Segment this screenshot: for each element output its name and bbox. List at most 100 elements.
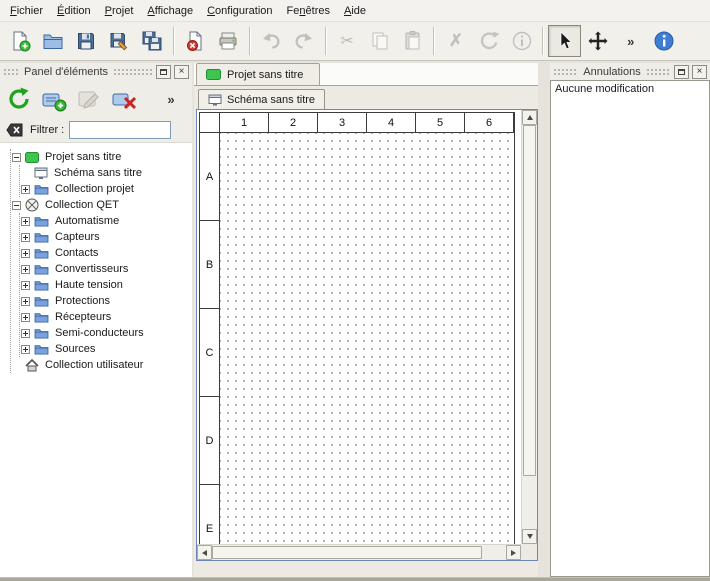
close-file-button[interactable] bbox=[179, 25, 212, 57]
collapse-icon[interactable] bbox=[12, 153, 21, 162]
tab-projet-sans-titre[interactable]: Projet sans titre bbox=[196, 63, 320, 85]
tree-item-label: Sources bbox=[53, 343, 97, 355]
tree-item-contacts[interactable]: Contacts bbox=[20, 245, 192, 261]
tree-item-protections[interactable]: Protections bbox=[20, 293, 192, 309]
select-tool-button[interactable] bbox=[548, 25, 581, 57]
expand-icon[interactable] bbox=[21, 329, 30, 338]
chevron-double-right-icon: » bbox=[627, 34, 634, 49]
delete-element-button[interactable] bbox=[109, 84, 139, 114]
scroll-up-button[interactable] bbox=[522, 110, 537, 125]
undo-list-item[interactable]: Aucune modification bbox=[551, 81, 709, 97]
save-as-button[interactable] bbox=[103, 25, 136, 57]
tree-item-label: Protections bbox=[53, 295, 112, 307]
open-project-button[interactable] bbox=[37, 25, 70, 57]
tree-item-sources[interactable]: Sources bbox=[20, 341, 192, 357]
collapse-icon[interactable] bbox=[12, 201, 21, 210]
menu-item-projet[interactable]: Projet bbox=[98, 0, 141, 21]
menu-item-affichage[interactable]: Affichage bbox=[140, 0, 200, 21]
horizontal-scrollbar[interactable] bbox=[197, 544, 521, 560]
dock-close-button[interactable]: × bbox=[174, 65, 189, 79]
undo-dock-titlebar[interactable]: Annulations × bbox=[550, 63, 710, 80]
print-button[interactable] bbox=[212, 25, 245, 57]
dock-float-button[interactable] bbox=[156, 65, 171, 79]
menu-item-aide[interactable]: Aide bbox=[337, 0, 373, 21]
dock-grip bbox=[553, 68, 578, 76]
delete-button[interactable]: ✗ bbox=[439, 25, 472, 57]
expand-icon[interactable] bbox=[21, 249, 30, 258]
vertical-scrollbar[interactable] bbox=[521, 110, 537, 544]
dock-close-button[interactable]: × bbox=[692, 65, 707, 79]
scroll-down-button[interactable] bbox=[522, 529, 537, 544]
elements-panel-titlebar[interactable]: Panel d'éléments × bbox=[0, 63, 192, 80]
tree-item-capteurs[interactable]: Capteurs bbox=[20, 229, 192, 245]
tree-item-collection-utilisateur[interactable]: Collection utilisateur bbox=[11, 357, 192, 373]
folder-icon bbox=[34, 247, 49, 259]
panel-overflow-button[interactable]: » bbox=[156, 84, 186, 114]
expand-icon[interactable] bbox=[21, 345, 30, 354]
rotate-button[interactable] bbox=[472, 25, 505, 57]
move-tool-button[interactable] bbox=[581, 25, 614, 57]
redo-button[interactable] bbox=[288, 25, 321, 57]
tree-item-semi-conducteurs[interactable]: Semi-conducteurs bbox=[20, 325, 192, 341]
tree-item-automatisme[interactable]: Automatisme bbox=[20, 213, 192, 229]
scroll-right-button[interactable] bbox=[506, 545, 521, 560]
horizontal-scroll-track[interactable] bbox=[212, 545, 506, 560]
move-icon bbox=[587, 30, 609, 52]
folder-icon bbox=[34, 327, 49, 339]
menu-item-fichier[interactable]: Fichier bbox=[3, 0, 50, 21]
toolbar-separator bbox=[542, 27, 544, 55]
expand-icon[interactable] bbox=[21, 185, 30, 194]
properties-button[interactable] bbox=[505, 25, 538, 57]
menu-item-fenetres[interactable]: Fenêtres bbox=[280, 0, 337, 21]
dock-float-button[interactable] bbox=[674, 65, 689, 79]
about-button[interactable] bbox=[647, 25, 680, 57]
tree-item-collection-qet[interactable]: Collection QET bbox=[11, 197, 192, 213]
vertical-scroll-thumb[interactable] bbox=[523, 125, 536, 476]
expand-icon[interactable] bbox=[21, 313, 30, 322]
paste-icon bbox=[402, 30, 424, 52]
undo-button[interactable] bbox=[255, 25, 288, 57]
toolbar-overflow-button[interactable]: » bbox=[614, 25, 647, 57]
redo-icon bbox=[293, 30, 315, 52]
expand-icon[interactable] bbox=[21, 297, 30, 306]
vertical-scroll-track[interactable] bbox=[522, 125, 537, 529]
copy-button[interactable] bbox=[364, 25, 397, 57]
column-header-2: 2 bbox=[269, 113, 318, 133]
tab-schema-sans-titre[interactable]: Schéma sans titre bbox=[198, 89, 325, 109]
clear-filter-button[interactable] bbox=[5, 120, 25, 140]
horizontal-scroll-thumb[interactable] bbox=[212, 546, 482, 559]
new-document-icon bbox=[9, 30, 31, 52]
schema-canvas[interactable] bbox=[220, 133, 514, 544]
expand-icon[interactable] bbox=[21, 281, 30, 290]
save-button[interactable] bbox=[70, 25, 103, 57]
filter-input[interactable] bbox=[69, 121, 171, 139]
tree-item-recepteurs[interactable]: Récepteurs bbox=[20, 309, 192, 325]
reload-collections-button[interactable] bbox=[4, 84, 34, 114]
info-icon bbox=[511, 30, 533, 52]
paste-button[interactable] bbox=[396, 25, 429, 57]
row-header-d: D bbox=[200, 397, 220, 485]
folder-icon bbox=[34, 263, 49, 275]
expand-icon[interactable] bbox=[21, 233, 30, 242]
tree-item-collection-projet[interactable]: Collection projet bbox=[20, 181, 192, 197]
save-all-button[interactable] bbox=[136, 25, 169, 57]
expand-icon[interactable] bbox=[21, 265, 30, 274]
tree-item-schema-sans-titre[interactable]: Schéma sans titre bbox=[20, 165, 192, 181]
main-toolbar: ✂ ✗ » bbox=[0, 22, 710, 61]
schema-viewport[interactable]: 1 2 3 4 5 6 A B C D E bbox=[197, 110, 521, 544]
tree-item-haute-tension[interactable]: Haute tension bbox=[20, 277, 192, 293]
scroll-left-button[interactable] bbox=[197, 545, 212, 560]
application-window: Fichier Édition Projet Affichage Configu… bbox=[0, 0, 710, 581]
edit-element-button[interactable] bbox=[74, 84, 104, 114]
menu-item-edition[interactable]: Édition bbox=[50, 0, 98, 21]
tree-item-convertisseurs[interactable]: Convertisseurs bbox=[20, 261, 192, 277]
tree-item-projet-sans-titre[interactable]: Projet sans titre bbox=[11, 149, 192, 165]
cut-button[interactable]: ✂ bbox=[331, 25, 364, 57]
new-project-button[interactable] bbox=[4, 25, 37, 57]
expand-icon[interactable] bbox=[21, 217, 30, 226]
dock-grip bbox=[646, 68, 671, 76]
menu-item-configuration[interactable]: Configuration bbox=[200, 0, 279, 21]
new-element-button[interactable] bbox=[39, 84, 69, 114]
tree-item-label: Automatisme bbox=[53, 215, 121, 227]
dock-grip bbox=[3, 68, 19, 76]
